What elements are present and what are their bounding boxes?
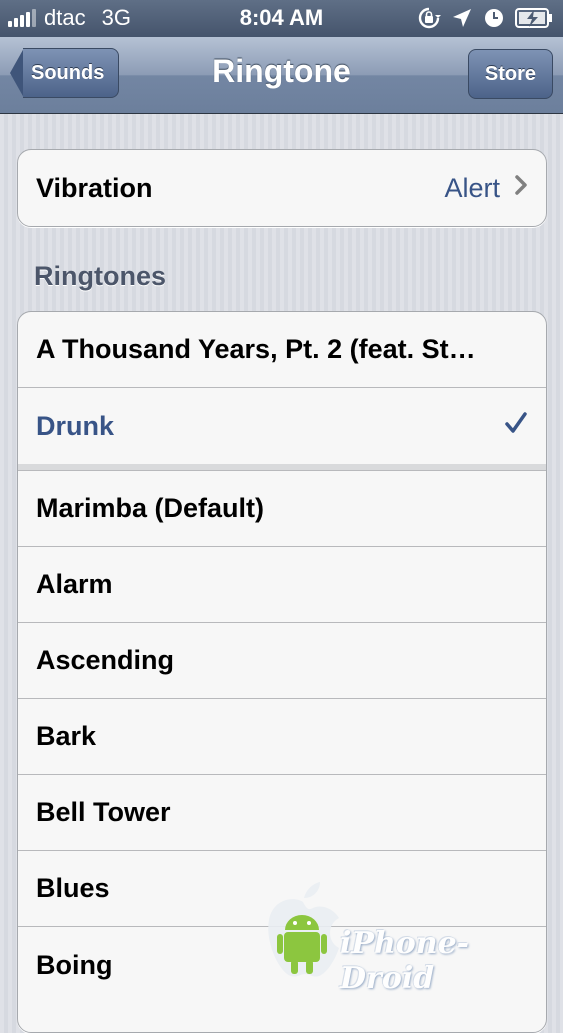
vibration-label: Vibration [36, 172, 153, 203]
section-divider [18, 464, 546, 471]
ringtone-row[interactable]: Marimba (Default) [18, 471, 546, 547]
section-header-ringtones: Ringtones [34, 261, 166, 291]
ringtone-label: Alarm [36, 569, 113, 599]
watermark-text: iPhone-Droid [340, 926, 470, 996]
apple-android-logo-icon [268, 882, 339, 977]
battery-charging-icon [515, 7, 553, 29]
ringtone-label: Marimba (Default) [36, 493, 265, 523]
chevron-right-icon [514, 174, 528, 203]
navigation-bar: Sounds Ringtone Store [0, 37, 563, 114]
ringtone-label: Ascending [36, 645, 175, 675]
ringtone-label: Drunk [36, 410, 115, 441]
status-bar: dtac 3G 8:04 AM [0, 0, 563, 37]
ringtone-row-purchased[interactable]: A Thousand Years, Pt. 2 (feat. St… [18, 312, 546, 388]
rotation-lock-icon [417, 6, 441, 30]
status-right [407, 5, 553, 31]
location-icon [451, 7, 473, 29]
ringtone-row[interactable]: Alarm [18, 547, 546, 623]
ringtone-row-selected[interactable]: Drunk [18, 388, 546, 464]
vibration-row[interactable]: Vibration Alert [18, 150, 546, 226]
ringtone-row[interactable]: Bell Tower [18, 775, 546, 851]
checkmark-icon [504, 409, 528, 443]
ringtone-row[interactable]: Ascending [18, 623, 546, 699]
ringtone-label: Bell Tower [36, 797, 171, 827]
ringtone-row[interactable]: Bark [18, 699, 546, 775]
ringtone-label: A Thousand Years, Pt. 2 (feat. St… [36, 334, 476, 364]
vibration-value: Alert [444, 172, 500, 203]
ringtone-label: Bark [36, 721, 97, 751]
watermark: iPhone-Droid [258, 880, 558, 996]
store-button[interactable]: Store [467, 49, 553, 99]
alarm-icon [483, 7, 505, 29]
vibration-group: Vibration Alert [17, 149, 547, 227]
